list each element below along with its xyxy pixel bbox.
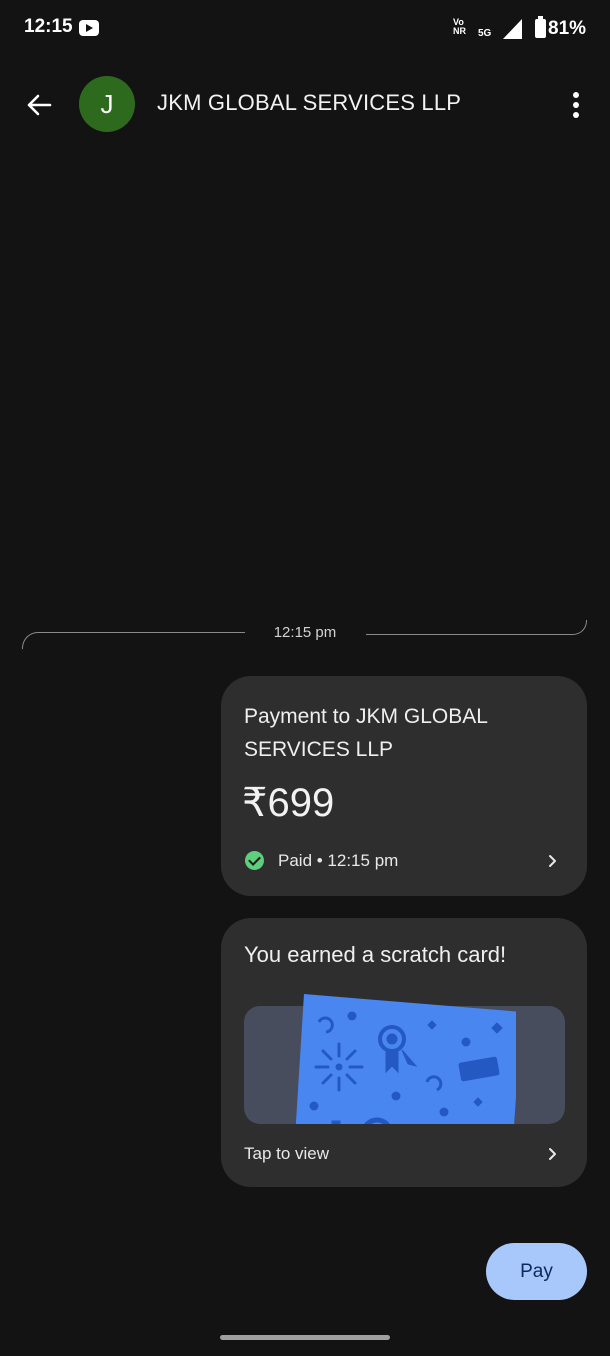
- scratch-card-title: You earned a scratch card!: [244, 942, 507, 967]
- avatar-letter: J: [100, 88, 114, 119]
- network-type: 5G: [478, 28, 492, 39]
- timestamp-divider: 12:15 pm: [273, 624, 337, 641]
- nr-label: NR: [453, 26, 466, 36]
- payment-amount: ₹699: [242, 781, 335, 825]
- pay-button[interactable]: Pay: [486, 1243, 587, 1300]
- avatar[interactable]: J: [79, 76, 135, 132]
- status-time: 12:15: [24, 16, 73, 37]
- check-circle-icon: [245, 851, 264, 870]
- more-vert-icon[interactable]: [565, 90, 587, 120]
- youtube-icon: [79, 20, 99, 36]
- battery-percentage: 81%: [548, 18, 587, 39]
- scratch-card[interactable]: You earned a scratch card! Tap to view: [221, 918, 587, 1187]
- home-indicator[interactable]: [220, 1335, 390, 1340]
- timestamp-divider-right: [366, 620, 587, 635]
- timestamp-divider-left: [22, 632, 245, 649]
- scratch-card-image[interactable]: [244, 992, 565, 1124]
- chevron-right-icon[interactable]: [547, 854, 559, 868]
- status-bar: 12:15 Vo NR 5G 81%: [0, 0, 610, 58]
- signal-icon: [503, 19, 522, 39]
- tap-to-view-label: Tap to view: [244, 1144, 330, 1163]
- payment-status: Paid • 12:15 pm: [278, 851, 399, 870]
- chevron-right-icon[interactable]: [547, 1147, 559, 1161]
- payment-title: Payment to JKM GLOBAL SERVICES LLP: [244, 705, 488, 761]
- battery-icon: [535, 16, 546, 38]
- contact-name[interactable]: JKM GLOBAL SERVICES LLP: [157, 90, 461, 116]
- app-bar: J JKM GLOBAL SERVICES LLP: [0, 70, 610, 138]
- scratch-ticket-icon: [295, 994, 516, 1124]
- volte-indicator: Vo NR: [453, 18, 466, 36]
- back-arrow-icon[interactable]: [26, 92, 52, 118]
- payment-card[interactable]: Payment to JKM GLOBAL SERVICES LLP ₹699 …: [221, 676, 587, 896]
